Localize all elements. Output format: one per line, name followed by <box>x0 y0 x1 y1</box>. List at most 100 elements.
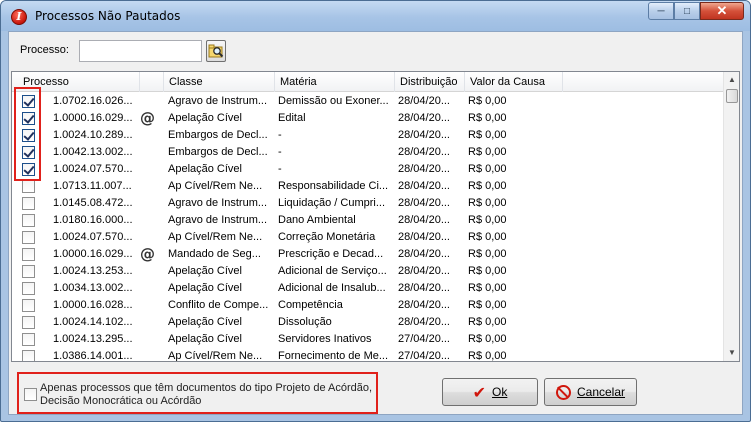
processo-search-input[interactable] <box>79 40 202 62</box>
cell-materia: - <box>278 129 282 141</box>
cell-processo: 1.0713.11.007... <box>53 180 132 192</box>
cell-distribuicao: 28/04/20... <box>398 214 450 226</box>
cell-materia: Dissolução <box>278 316 332 328</box>
cell-classe: Embargos de Decl... <box>168 146 268 158</box>
cell-distribuicao: 28/04/20... <box>398 265 450 277</box>
table-row[interactable]: 1.0024.14.102... Apelação Cível Dissolução… <box>12 314 724 331</box>
cell-valor: R$ 0,00 <box>468 95 507 107</box>
cell-materia: Liquidação / Cumpri... <box>278 197 385 209</box>
filter-checkbox[interactable] <box>24 388 37 401</box>
cell-processo: 1.0024.13.295... <box>53 333 133 345</box>
cell-distribuicao: 28/04/20... <box>398 95 450 107</box>
table-row[interactable]: 1.0145.08.472... Agravo de Instrum... Liqu… <box>12 195 724 212</box>
cell-valor: R$ 0,00 <box>468 231 507 243</box>
cell-distribuicao: 27/04/20... <box>398 350 450 362</box>
table-row[interactable]: 1.0180.16.000... Agravo de Instrum... Dano… <box>12 212 724 229</box>
column-header-valor[interactable]: Valor da Causa <box>465 72 563 92</box>
highlight-checked-rows <box>14 87 41 181</box>
cell-processo: 1.0180.16.000... <box>53 214 133 226</box>
checkmark-icon: ✔ <box>472 382 487 402</box>
cell-materia: Competência <box>278 299 343 311</box>
cell-classe: Agravo de Instrum... <box>168 214 268 226</box>
row-checkbox[interactable] <box>22 282 35 295</box>
row-checkbox[interactable] <box>22 214 35 227</box>
cell-processo: 1.0024.14.102... <box>53 316 133 328</box>
cell-distribuicao: 27/04/20... <box>398 333 450 345</box>
cell-distribuicao: 28/04/20... <box>398 282 450 294</box>
cell-processo: 1.0145.08.472... <box>53 197 133 209</box>
column-header-distribuicao[interactable]: Distribuição <box>395 72 465 92</box>
table-row[interactable]: 1.0024.13.253... Apelação Cível Adicional … <box>12 263 724 280</box>
cell-processo: 1.0042.13.002... <box>53 146 133 158</box>
search-button[interactable] <box>206 40 226 62</box>
cell-processo: 1.0024.13.253... <box>53 265 133 277</box>
cell-distribuicao: 28/04/20... <box>398 316 450 328</box>
cell-materia: - <box>278 163 282 175</box>
cell-materia: Servidores Inativos <box>278 333 372 345</box>
table-row[interactable]: 1.0702.16.026... Agravo de Instrum... Demi… <box>12 93 724 110</box>
column-header-icon[interactable] <box>140 72 164 92</box>
cell-distribuicao: 28/04/20... <box>398 163 450 175</box>
scroll-thumb[interactable] <box>726 89 738 103</box>
dialog-window: I Processos Não Pautados ─ □ ✕ Processo:… <box>0 0 751 422</box>
table-row[interactable]: 1.0024.10.289... Embargos de Decl... - 28/0… <box>12 127 724 144</box>
cell-materia: Demissão ou Exoner... <box>278 95 389 107</box>
cell-valor: R$ 0,00 <box>468 214 507 226</box>
cell-valor: R$ 0,00 <box>468 129 507 141</box>
cell-valor: R$ 0,00 <box>468 265 507 277</box>
table-row[interactable]: 1.0024.13.295... Apelação Cível Servidores… <box>12 331 724 348</box>
column-header-materia[interactable]: Matéria <box>275 72 395 92</box>
row-checkbox[interactable] <box>22 197 35 210</box>
maximize-button[interactable]: □ <box>674 2 700 20</box>
cell-classe: Agravo de Instrum... <box>168 197 268 209</box>
scroll-up-icon[interactable]: ▲ <box>724 72 739 88</box>
row-checkbox[interactable] <box>22 333 35 346</box>
cell-processo: 1.0000.16.028... <box>53 299 133 311</box>
row-checkbox[interactable] <box>22 316 35 329</box>
cell-processo: 1.0702.16.026... <box>53 95 133 107</box>
table-row[interactable]: 1.0000.16.028... Conflito de Compe... Comp… <box>12 297 724 314</box>
table-header: Processo Classe Matéria Distribuição Val… <box>12 72 724 92</box>
row-checkbox[interactable] <box>22 350 35 361</box>
cell-materia: Fornecimento de Me... <box>278 350 389 362</box>
table-row[interactable]: 1.0386.14.001... Ap Cível/Rem Ne... Fornec… <box>12 348 724 362</box>
cell-processo: 1.0000.16.029... <box>53 112 133 124</box>
document-attachment-icon[interactable]: @ <box>140 110 155 127</box>
cell-distribuicao: 28/04/20... <box>398 197 450 209</box>
table-row[interactable]: 1.0024.07.570... Apelação Cível - 28/04/20.… <box>12 161 724 178</box>
cell-valor: R$ 0,00 <box>468 299 507 311</box>
scroll-down-icon[interactable]: ▼ <box>724 345 739 361</box>
cell-classe: Ap Cível/Rem Ne... <box>168 180 263 192</box>
cell-processo: 1.0024.07.570... <box>53 163 133 175</box>
document-attachment-icon[interactable]: @ <box>140 246 155 263</box>
row-checkbox[interactable] <box>22 231 35 244</box>
table-row[interactable]: 1.0034.13.002... Apelação Cível Adicional … <box>12 280 724 297</box>
table-row[interactable]: 1.0024.07.570... Ap Cível/Rem Ne... Correç… <box>12 229 724 246</box>
cell-valor: R$ 0,00 <box>468 197 507 209</box>
row-checkbox[interactable] <box>22 248 35 261</box>
cell-classe: Apelação Cível <box>168 163 242 175</box>
cell-materia: - <box>278 146 282 158</box>
table-row[interactable]: 1.0713.11.007... Ap Cível/Rem Ne... Respon… <box>12 178 724 195</box>
cancel-button-label: Cancelar <box>576 385 626 399</box>
cancel-button[interactable]: Cancelar <box>544 378 637 406</box>
row-checkbox[interactable] <box>22 265 35 278</box>
cell-distribuicao: 28/04/20... <box>398 146 450 158</box>
minimize-button[interactable]: ─ <box>648 2 674 20</box>
vertical-scrollbar[interactable]: ▲ ▼ <box>723 72 739 361</box>
column-header-classe[interactable]: Classe <box>164 72 275 92</box>
cell-classe: Apelação Cível <box>168 265 242 277</box>
close-button[interactable]: ✕ <box>700 2 744 20</box>
ok-button[interactable]: ✔ Ok <box>442 378 538 406</box>
search-folder-icon <box>208 44 224 58</box>
table-row[interactable]: 1.0000.16.029... Apelação Cível Edital 28/0… <box>12 110 724 127</box>
table-row[interactable]: 1.0000.16.029... Mandado de Seg... Prescri… <box>12 246 724 263</box>
cell-distribuicao: 28/04/20... <box>398 112 450 124</box>
row-checkbox[interactable] <box>22 299 35 312</box>
cell-classe: Ap Cível/Rem Ne... <box>168 231 263 243</box>
table-row[interactable]: 1.0042.13.002... Embargos de Decl... - 28/0… <box>12 144 724 161</box>
title-bar[interactable]: I Processos Não Pautados ─ □ ✕ <box>1 1 750 31</box>
cell-distribuicao: 28/04/20... <box>398 180 450 192</box>
row-checkbox[interactable] <box>22 180 35 193</box>
cell-materia: Adicional de Insalub... <box>278 282 386 294</box>
